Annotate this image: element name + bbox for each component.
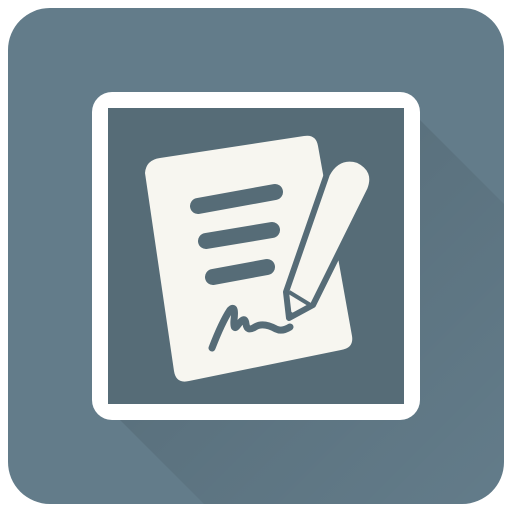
app-icon	[8, 8, 504, 504]
app-icon-canvas	[0, 0, 512, 512]
